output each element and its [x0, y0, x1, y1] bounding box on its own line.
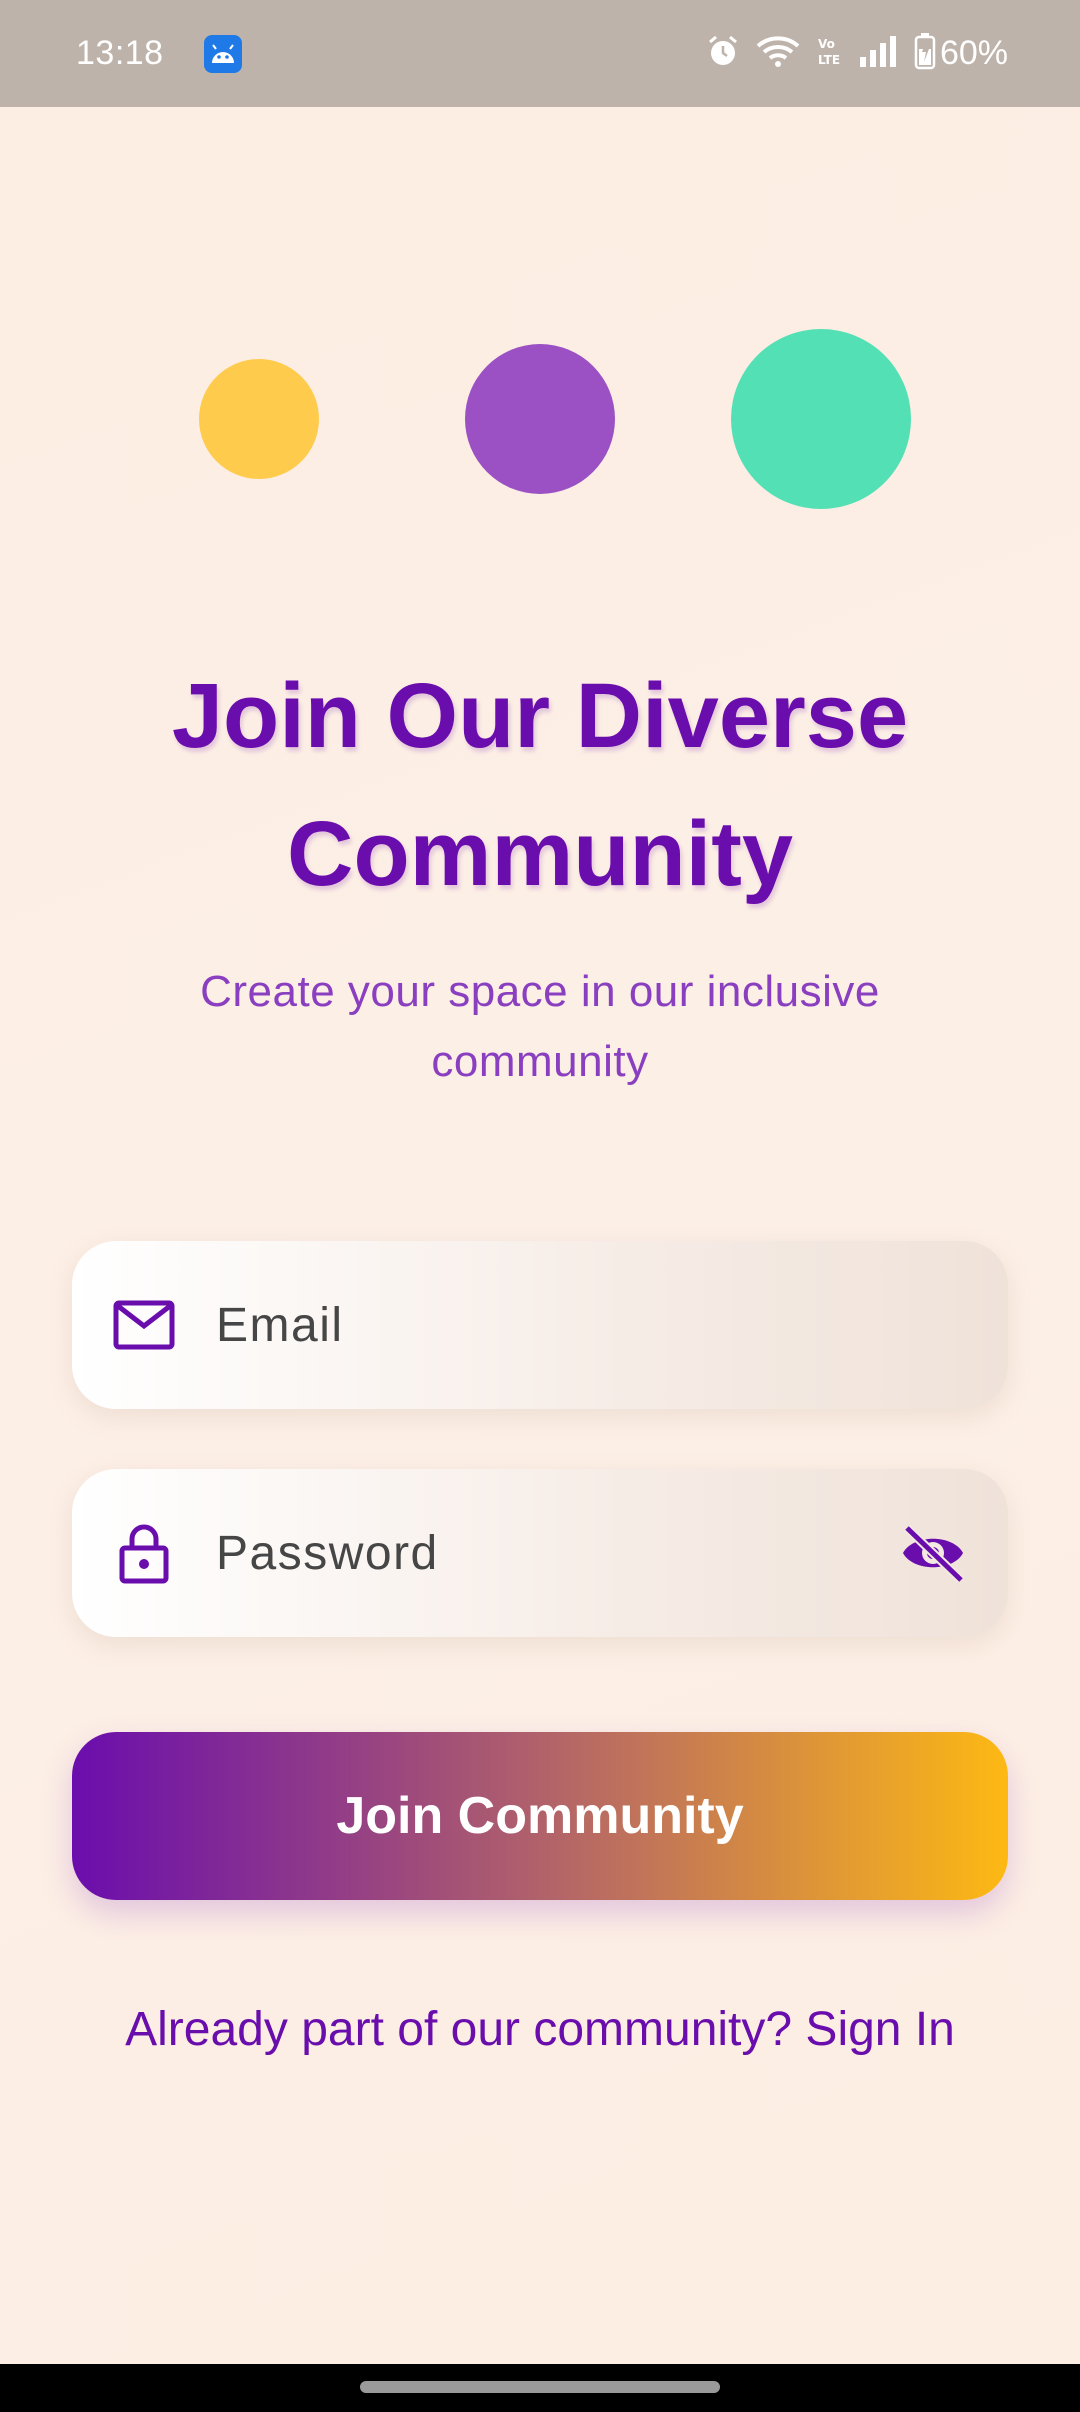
status-time: 13:18 — [76, 34, 164, 72]
navigation-bar — [0, 2364, 1080, 2412]
home-indicator[interactable] — [360, 2381, 720, 2393]
decor-circle-green — [731, 329, 911, 509]
battery-percent: 60% — [939, 34, 1008, 72]
page-title: Join Our Diverse Community — [171, 665, 909, 905]
volte-icon: Vo LTE — [816, 34, 842, 73]
email-field[interactable] — [72, 1241, 1008, 1409]
password-input[interactable] — [216, 1525, 898, 1581]
wifi-icon — [756, 34, 800, 73]
alarm-icon — [706, 34, 740, 73]
lock-icon — [112, 1521, 176, 1585]
join-community-button[interactable]: Join Community — [72, 1732, 1008, 1900]
signup-screen: Join Our Diverse Community Create your s… — [0, 107, 1080, 2364]
status-bar: 13:18 Vo LTE 60% — [0, 0, 1080, 107]
page-subtitle: Create your space in our inclusive commu… — [200, 967, 880, 1086]
signal-icon — [858, 35, 898, 72]
decor-circle-purple — [465, 344, 615, 494]
svg-text:Vo: Vo — [818, 37, 835, 51]
svg-text:LTE: LTE — [818, 53, 840, 67]
status-right: Vo LTE 60% — [690, 32, 1008, 75]
password-field[interactable] — [72, 1469, 1008, 1637]
eye-off-icon[interactable] — [898, 1518, 968, 1588]
battery-icon — [914, 32, 936, 75]
sign-in-link[interactable]: Already part of our community? Sign In — [0, 2002, 1080, 2057]
status-left: 13:18 — [76, 34, 242, 73]
android-icon — [203, 34, 242, 73]
decor-circle-yellow — [199, 359, 319, 479]
mail-icon — [112, 1293, 176, 1357]
email-input[interactable] — [216, 1297, 968, 1353]
